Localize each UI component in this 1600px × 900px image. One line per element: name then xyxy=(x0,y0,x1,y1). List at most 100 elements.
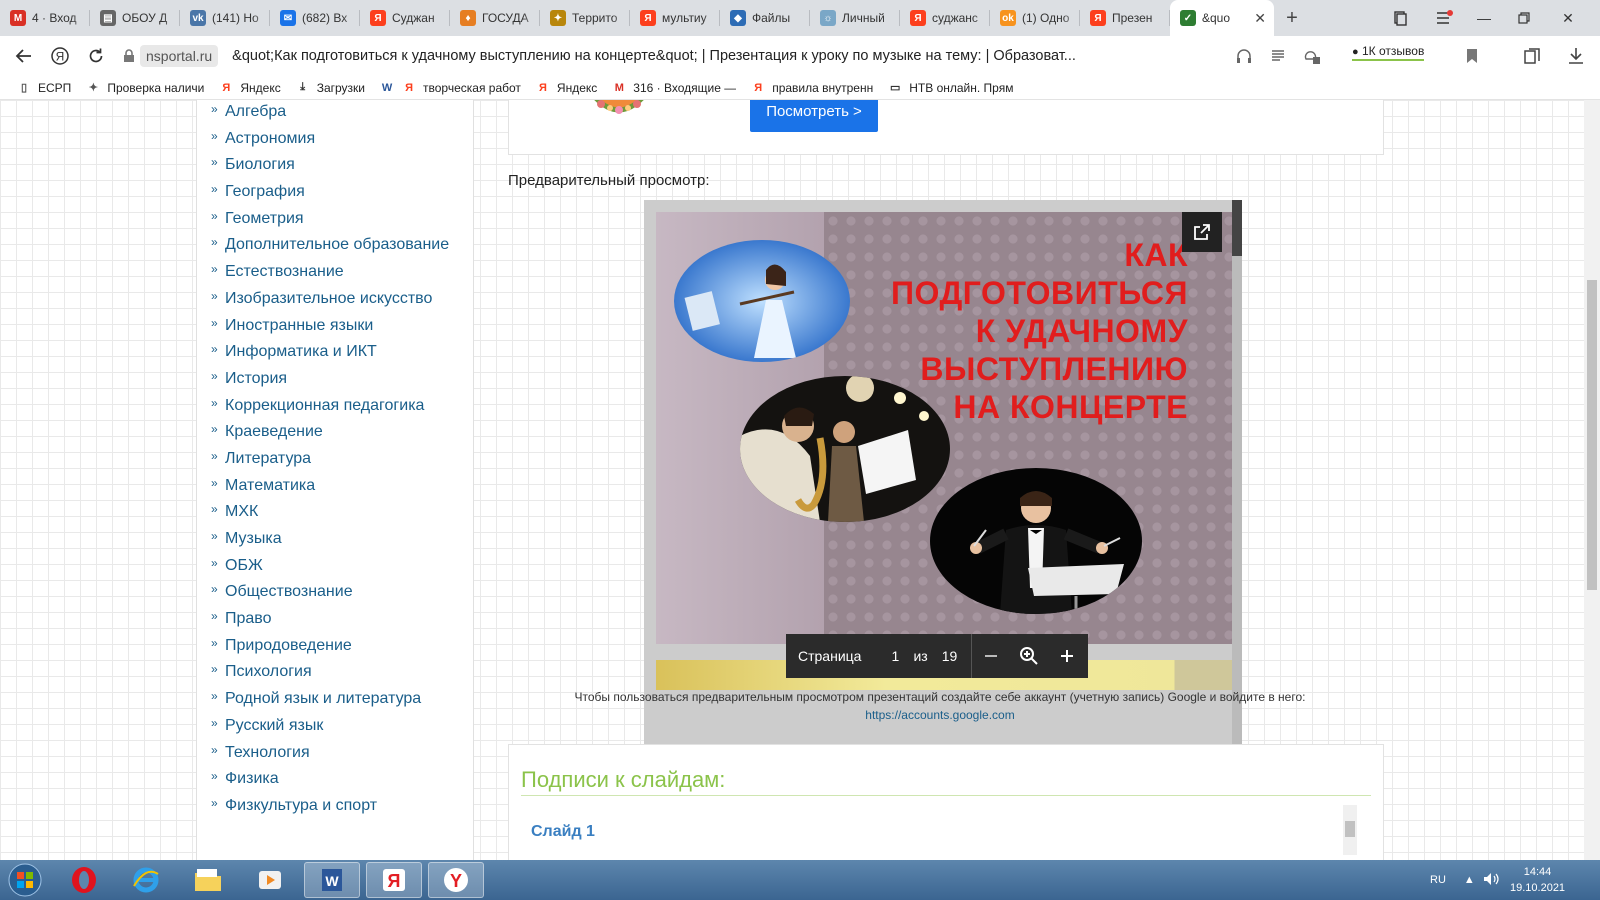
tab-10[interactable]: Ясуджанс xyxy=(900,0,990,36)
sidebar-item[interactable]: » География xyxy=(197,180,473,204)
sidebar-item-label[interactable]: Коррекционная педагогика xyxy=(225,394,465,418)
page-number-input[interactable]: 1 xyxy=(885,648,905,664)
explorer-taskbar-icon[interactable] xyxy=(180,862,236,898)
sidebar-item-label[interactable]: Биология xyxy=(225,153,465,177)
zoom-in-icon[interactable] xyxy=(1048,634,1086,678)
sidebar-item[interactable]: » Обществознание xyxy=(197,580,473,604)
sidebar-item[interactable]: » Психология xyxy=(197,660,473,684)
bookmark-7[interactable]: Яправила внутренн xyxy=(750,80,873,96)
page-scrollbar[interactable] xyxy=(1584,100,1600,860)
bookmark-4[interactable]: W Ятворческая работ xyxy=(379,80,521,96)
tab-active[interactable]: ✓ &quo ✕ xyxy=(1170,0,1274,36)
url-field[interactable]: nsportal.ru &quot;Как подготовиться к уд… xyxy=(120,42,1162,70)
start-button[interactable] xyxy=(0,860,50,900)
reviews-badge[interactable]: ● 1К отзывов xyxy=(1352,44,1425,61)
url-page-title[interactable]: &quot;Как подготовиться к удачному высту… xyxy=(232,48,1162,64)
sidebar-item[interactable]: » Природоведение xyxy=(197,634,473,658)
sidebar-item-label[interactable]: Музыка xyxy=(225,527,465,551)
bookmark-1[interactable]: ✦ Проверка наличи xyxy=(85,80,205,96)
tab-0[interactable]: M 4 · Вход xyxy=(0,0,90,36)
sidebar-item[interactable]: » Иностранные языки xyxy=(197,314,473,338)
tab-11[interactable]: ok (1) Одно xyxy=(990,0,1080,36)
reload-icon[interactable] xyxy=(78,38,114,74)
sidebar-item-label[interactable]: Русский язык xyxy=(225,714,465,738)
sidebar-item-label[interactable]: Родной язык и литература xyxy=(225,687,465,711)
sidebar-item[interactable]: » Музыка xyxy=(197,527,473,551)
zoom-out-icon[interactable] xyxy=(972,634,1010,678)
sidebar-item-label[interactable]: Математика xyxy=(225,474,465,498)
bookmark-6[interactable]: M 316 · Входящие — xyxy=(611,80,737,96)
sidebar-item[interactable]: » Изобразительное искусство xyxy=(197,287,473,311)
sidebar-item-label[interactable]: Дополнительное образование xyxy=(225,233,465,257)
new-tab-icon[interactable]: + xyxy=(1274,0,1310,36)
yandex-browser-taskbar-icon[interactable]: Я xyxy=(366,862,422,898)
view-button[interactable]: Посмотреть > xyxy=(750,100,878,132)
sidebar-item[interactable]: » МХК xyxy=(197,500,473,524)
sidebar-item[interactable]: » История xyxy=(197,367,473,391)
tab-7[interactable]: Ямультиу xyxy=(630,0,720,36)
sidebar-item-label[interactable]: Естествознание xyxy=(225,260,465,284)
sidebar-item[interactable]: » Дополнительное образование xyxy=(197,233,473,257)
collections-icon[interactable] xyxy=(1520,44,1544,68)
sidebar-item-label[interactable]: Информатика и ИКТ xyxy=(225,340,465,364)
zoom-icon[interactable] xyxy=(1010,634,1048,678)
headphones-icon[interactable] xyxy=(1232,44,1256,68)
sidebar-item-label[interactable]: Литература xyxy=(225,447,465,471)
close-window-icon[interactable]: ✕ xyxy=(1548,0,1588,36)
tab-2[interactable]: vk (141) Но xyxy=(180,0,270,36)
protect-icon[interactable] xyxy=(1300,44,1324,68)
sidebar-item-label[interactable]: География xyxy=(225,180,465,204)
viewer-scroll-thumb[interactable] xyxy=(1232,200,1242,256)
sidebar-item[interactable]: » Математика xyxy=(197,474,473,498)
sidebar-item[interactable]: » Алгебра xyxy=(197,100,473,124)
sidebar-item-label[interactable]: Физкультура и спорт xyxy=(225,794,465,818)
bookmark-3[interactable]: ⤓ Загрузки xyxy=(295,80,365,96)
sidebar-item-label[interactable]: Обществознание xyxy=(225,580,465,604)
yandex-taskbar-icon[interactable]: Y xyxy=(428,862,484,898)
google-accounts-link[interactable]: https://accounts.google.com xyxy=(865,708,1014,722)
bookmark-0[interactable]: ▯ ЕСРП xyxy=(16,80,71,96)
sidebar-item-label[interactable]: История xyxy=(225,367,465,391)
sidebar-item[interactable]: » Физкультура и спорт xyxy=(197,794,473,818)
tab-4[interactable]: Я Суджан xyxy=(360,0,450,36)
url-domain[interactable]: nsportal.ru xyxy=(140,45,219,67)
tab-6[interactable]: ✦ Террито xyxy=(540,0,630,36)
restore-icon[interactable] xyxy=(1504,0,1544,36)
sidebar-item-label[interactable]: Физика xyxy=(225,767,465,791)
tab-5[interactable]: ♦ ГОСУДА xyxy=(450,0,540,36)
sidebar-item[interactable]: » Краеведение xyxy=(197,420,473,444)
media-player-taskbar-icon[interactable] xyxy=(242,862,298,898)
sidebar-item-label[interactable]: Астрономия xyxy=(225,127,465,151)
lock-icon[interactable] xyxy=(120,47,138,65)
captions-scrollbar[interactable] xyxy=(1343,805,1357,855)
sidebar-item[interactable]: » Геометрия xyxy=(197,207,473,231)
sidebar-item-label[interactable]: Алгебра xyxy=(225,100,465,124)
tab-8[interactable]: ◆ Файлы xyxy=(720,0,810,36)
sidebar-item[interactable]: » Физика xyxy=(197,767,473,791)
bookmark-2[interactable]: Я Яндекс xyxy=(218,80,280,96)
sidebar-item-label[interactable]: Природоведение xyxy=(225,634,465,658)
sidebar-item-label[interactable]: Психология xyxy=(225,660,465,684)
sidebar-item[interactable]: » Русский язык xyxy=(197,714,473,738)
sidebar-item[interactable]: » Информатика и ИКТ xyxy=(197,340,473,364)
yandex-logo-icon[interactable]: Я xyxy=(42,38,78,74)
sidebar-item-label[interactable]: Изобразительное искусство xyxy=(225,287,465,311)
bookmark-8[interactable]: ▭ НТВ онлайн. Прям xyxy=(887,80,1013,96)
sidebar-item[interactable]: » ОБЖ xyxy=(197,554,473,578)
volume-icon[interactable] xyxy=(1483,872,1499,889)
minimize-icon[interactable]: — xyxy=(1464,0,1504,36)
sidebar-item-label[interactable]: Иностранные языки xyxy=(225,314,465,338)
tab-3[interactable]: ✉ (682) Вх xyxy=(270,0,360,36)
close-tab-icon[interactable]: ✕ xyxy=(1254,10,1266,27)
system-clock[interactable]: 14:44 19.10.2021 xyxy=(1510,864,1565,896)
ie-taskbar-icon[interactable] xyxy=(118,862,174,898)
sidebar-item[interactable]: » Естествознание xyxy=(197,260,473,284)
tab-collections-icon[interactable] xyxy=(1380,0,1420,36)
sidebar-item-label[interactable]: ОБЖ xyxy=(225,554,465,578)
menu-icon[interactable] xyxy=(1424,0,1464,36)
sidebar-item[interactable]: » Литература xyxy=(197,447,473,471)
sidebar-item-label[interactable]: Право xyxy=(225,607,465,631)
sidebar-item-label[interactable]: Технология xyxy=(225,741,465,765)
word-taskbar-icon[interactable]: W xyxy=(304,862,360,898)
sidebar-item[interactable]: » Астрономия xyxy=(197,127,473,151)
